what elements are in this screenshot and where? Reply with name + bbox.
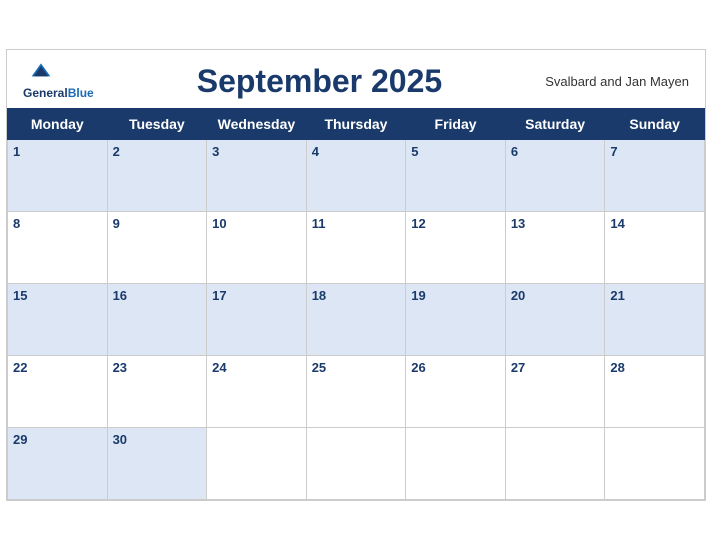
header-friday: Friday	[406, 109, 506, 140]
calendar-container: GeneralBlue September 2025 Svalbard and …	[6, 49, 706, 501]
day-number: 16	[113, 288, 127, 303]
logo-area: GeneralBlue	[23, 60, 94, 102]
calendar-day-cell	[505, 428, 605, 500]
calendar-day-cell: 6	[505, 140, 605, 212]
day-number: 29	[13, 432, 27, 447]
day-number: 10	[212, 216, 226, 231]
calendar-day-cell: 14	[605, 212, 705, 284]
day-number: 24	[212, 360, 226, 375]
calendar-header: GeneralBlue September 2025 Svalbard and …	[7, 50, 705, 108]
calendar-day-cell: 1	[8, 140, 108, 212]
day-number: 18	[312, 288, 326, 303]
calendar-day-cell: 10	[207, 212, 307, 284]
calendar-day-cell: 8	[8, 212, 108, 284]
calendar-day-cell: 20	[505, 284, 605, 356]
day-number: 20	[511, 288, 525, 303]
day-number: 9	[113, 216, 120, 231]
calendar-day-cell: 15	[8, 284, 108, 356]
calendar-week-row: 29 30	[8, 428, 705, 500]
day-number: 7	[610, 144, 617, 159]
header-tuesday: Tuesday	[107, 109, 207, 140]
calendar-day-cell: 27	[505, 356, 605, 428]
calendar-day-cell: 30	[107, 428, 207, 500]
calendar-day-cell	[306, 428, 406, 500]
calendar-day-cell: 16	[107, 284, 207, 356]
day-number: 6	[511, 144, 518, 159]
day-number: 19	[411, 288, 425, 303]
calendar-day-cell: 9	[107, 212, 207, 284]
calendar-day-cell: 7	[605, 140, 705, 212]
calendar-day-cell	[406, 428, 506, 500]
calendar-day-cell: 26	[406, 356, 506, 428]
day-number: 30	[113, 432, 127, 447]
calendar-day-cell: 11	[306, 212, 406, 284]
general-blue-logo-icon	[23, 60, 59, 84]
day-number: 22	[13, 360, 27, 375]
day-number: 2	[113, 144, 120, 159]
calendar-day-cell: 21	[605, 284, 705, 356]
calendar-week-row: 22 23 24 25 26 27 28	[8, 356, 705, 428]
calendar-day-cell: 29	[8, 428, 108, 500]
day-number: 13	[511, 216, 525, 231]
day-number: 1	[13, 144, 20, 159]
header-saturday: Saturday	[505, 109, 605, 140]
day-number: 28	[610, 360, 624, 375]
calendar-week-row: 8 9 10 11 12 13 14	[8, 212, 705, 284]
calendar-day-cell: 3	[207, 140, 307, 212]
calendar-day-cell	[207, 428, 307, 500]
calendar-day-cell: 2	[107, 140, 207, 212]
header-sunday: Sunday	[605, 109, 705, 140]
day-number: 11	[312, 216, 326, 231]
day-number: 12	[411, 216, 425, 231]
calendar-day-cell: 25	[306, 356, 406, 428]
calendar-day-cell: 28	[605, 356, 705, 428]
day-number: 27	[511, 360, 525, 375]
calendar-day-cell: 23	[107, 356, 207, 428]
calendar-day-cell	[605, 428, 705, 500]
month-title: September 2025	[94, 63, 545, 100]
header-thursday: Thursday	[306, 109, 406, 140]
day-number: 17	[212, 288, 226, 303]
header-wednesday: Wednesday	[207, 109, 307, 140]
calendar-day-cell: 13	[505, 212, 605, 284]
day-number: 21	[610, 288, 624, 303]
calendar-day-cell: 12	[406, 212, 506, 284]
day-number: 8	[13, 216, 20, 231]
calendar-day-cell: 19	[406, 284, 506, 356]
calendar-day-cell: 17	[207, 284, 307, 356]
region-label: Svalbard and Jan Mayen	[545, 74, 689, 89]
day-number: 23	[113, 360, 127, 375]
calendar-day-cell: 5	[406, 140, 506, 212]
calendar-table: Monday Tuesday Wednesday Thursday Friday…	[7, 108, 705, 500]
header-monday: Monday	[8, 109, 108, 140]
day-number: 26	[411, 360, 425, 375]
calendar-week-row: 15 16 17 18 19 20 21	[8, 284, 705, 356]
calendar-day-cell: 18	[306, 284, 406, 356]
weekday-header-row: Monday Tuesday Wednesday Thursday Friday…	[8, 109, 705, 140]
calendar-day-cell: 22	[8, 356, 108, 428]
day-number: 3	[212, 144, 219, 159]
calendar-week-row: 1 2 3 4 5 6 7	[8, 140, 705, 212]
logo-text: GeneralBlue	[23, 84, 94, 102]
calendar-day-cell: 4	[306, 140, 406, 212]
day-number: 14	[610, 216, 624, 231]
day-number: 4	[312, 144, 319, 159]
day-number: 15	[13, 288, 27, 303]
calendar-day-cell: 24	[207, 356, 307, 428]
day-number: 5	[411, 144, 418, 159]
day-number: 25	[312, 360, 326, 375]
